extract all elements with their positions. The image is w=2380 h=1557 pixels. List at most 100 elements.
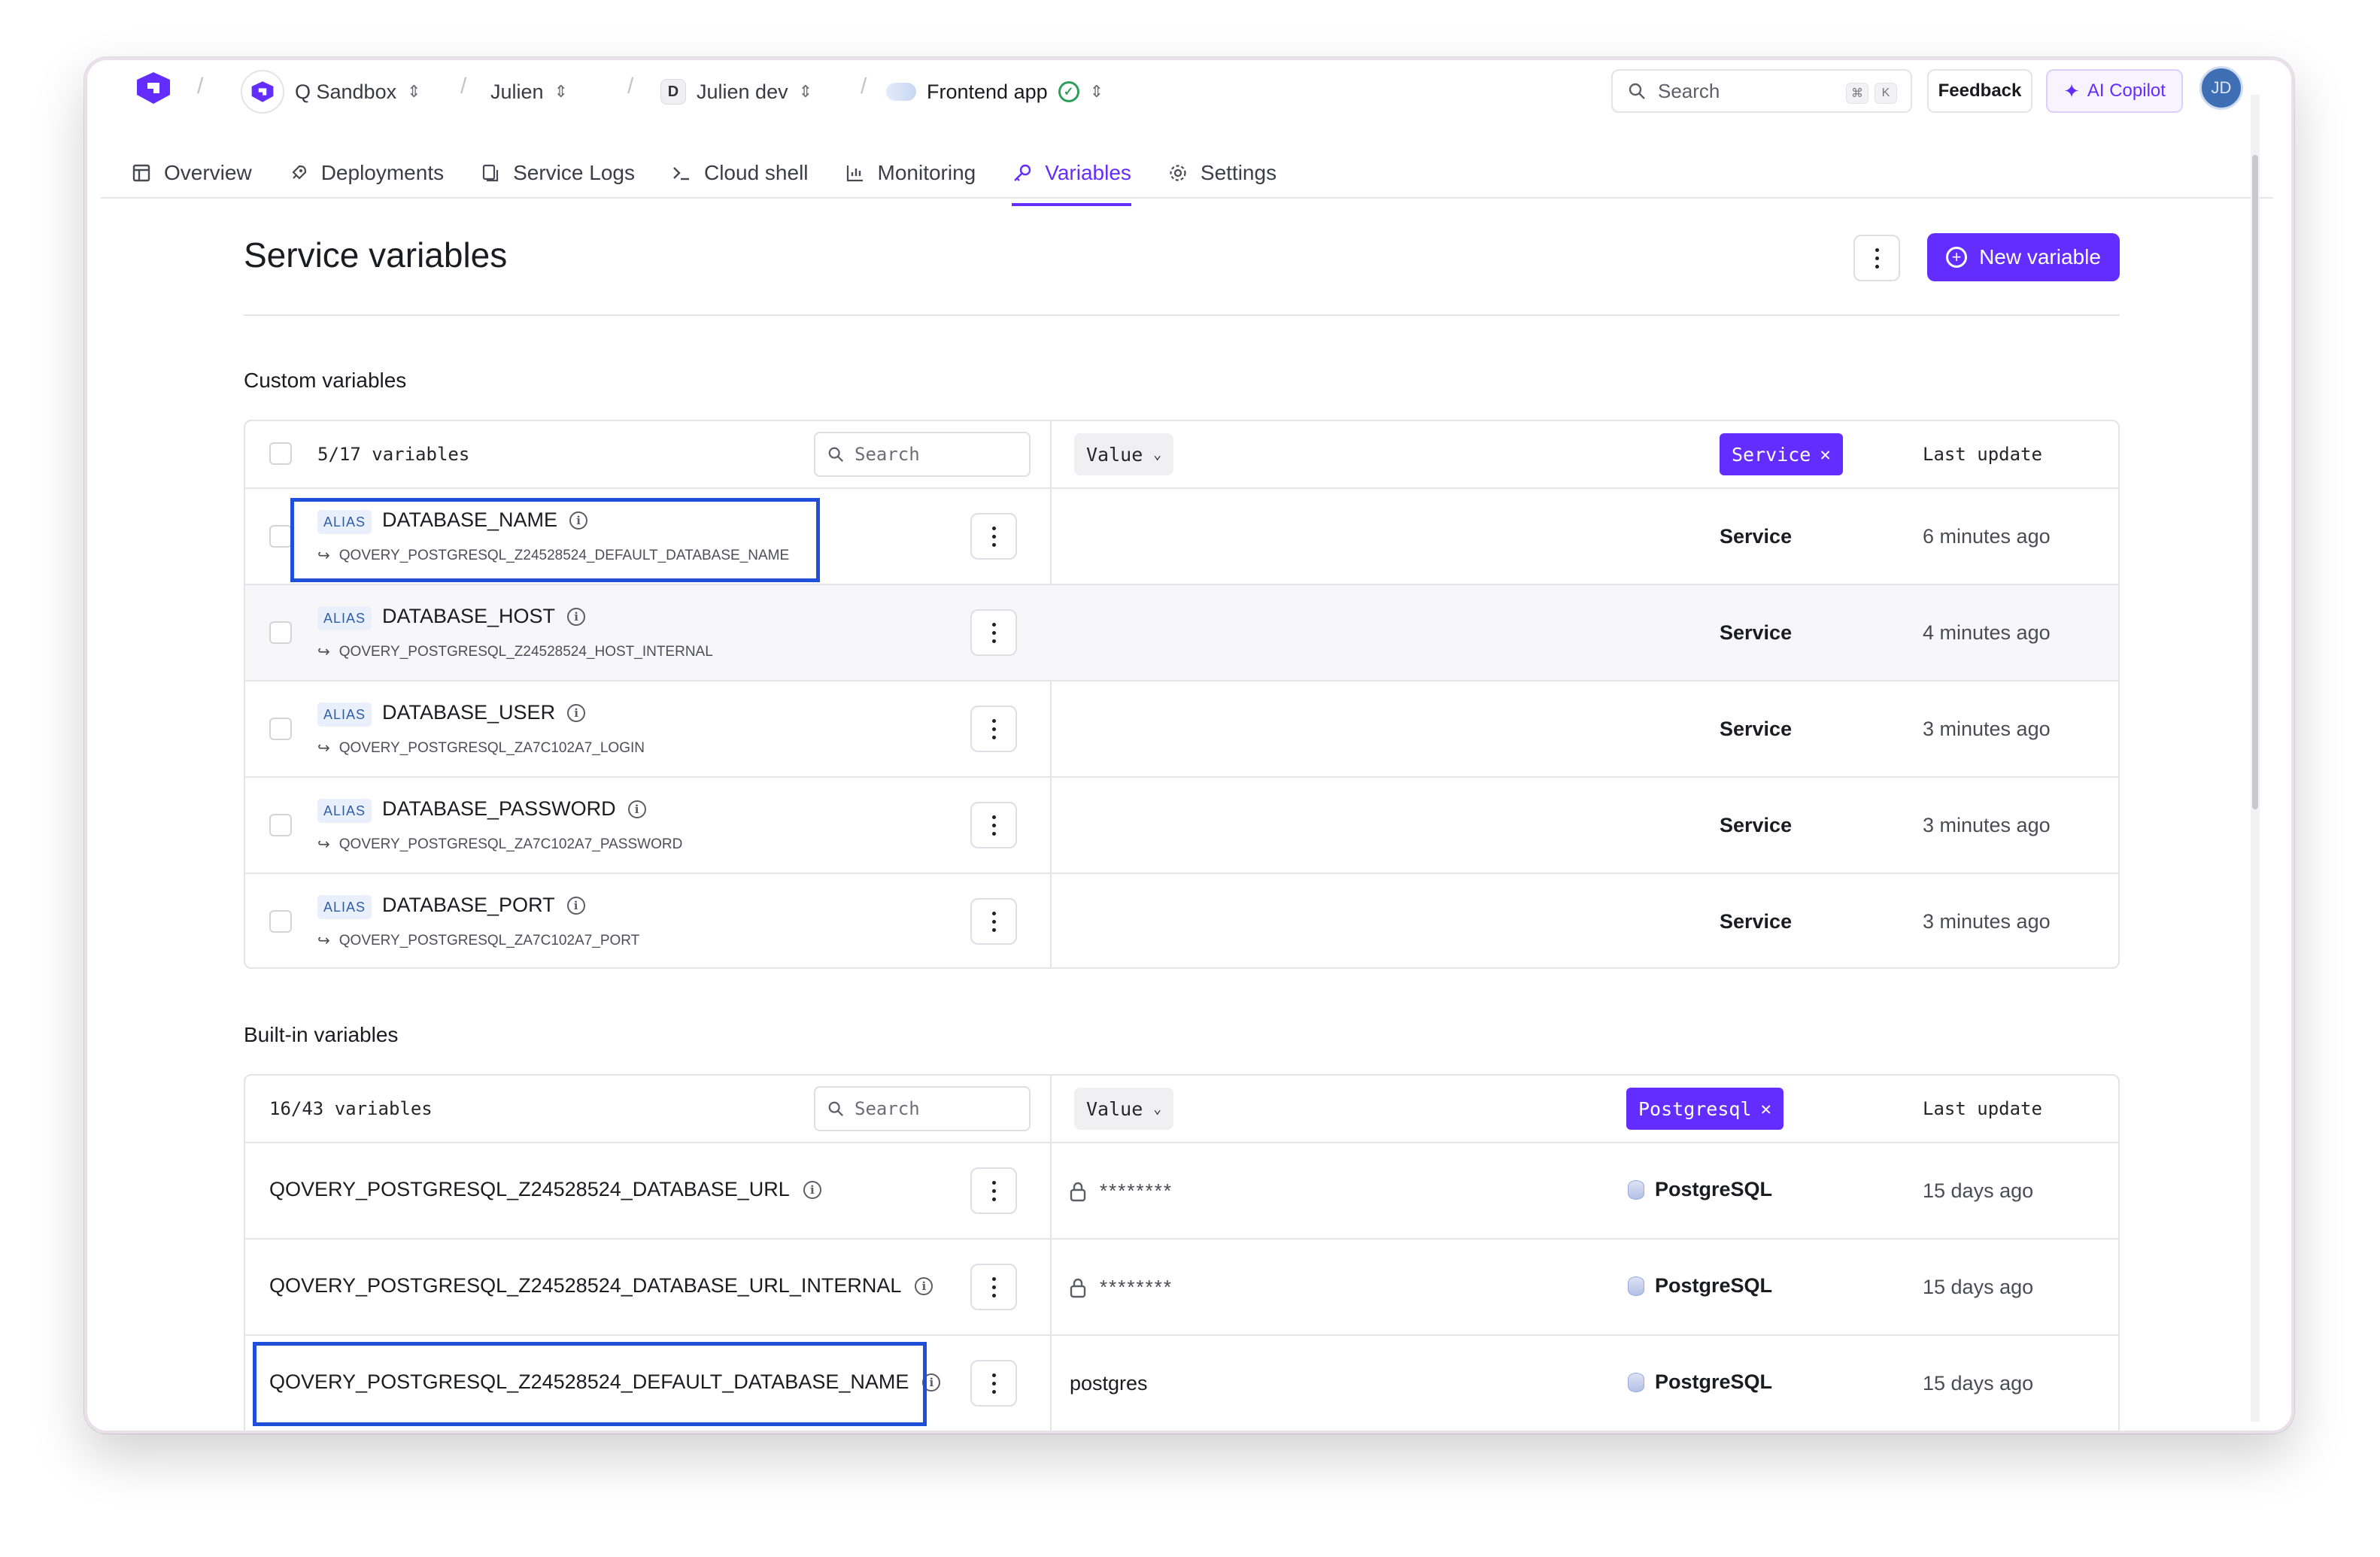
row-more-button[interactable] <box>970 1264 1017 1310</box>
row-more-button[interactable] <box>970 802 1017 848</box>
variable-last-update: 15 days ago <box>1923 1372 2034 1395</box>
close-icon[interactable]: ✕ <box>1761 1098 1771 1119</box>
postgresql-icon <box>1628 1372 1644 1392</box>
variable-source: Service <box>1720 718 1793 740</box>
user-avatar[interactable]: JD <box>2199 66 2243 110</box>
corner-down-right-icon: ↪ <box>317 644 330 660</box>
tab-service-logs[interactable]: Service Logs <box>480 143 635 203</box>
table-row[interactable]: ALIAS DATABASE_HOST i ↪ QOVERY_POSTGRESQ… <box>245 585 2118 681</box>
feedback-button[interactable]: Feedback <box>1927 69 2032 113</box>
custom-search-input[interactable]: Search <box>814 432 1031 477</box>
secret-value: ******** <box>1070 1276 1173 1299</box>
builtin-search-placeholder: Search <box>855 1098 920 1119</box>
service-filter-chip[interactable]: Service ✕ <box>1720 433 1843 475</box>
builtin-table-header: 16/43 variables Search Value ⌄ Postgresq… <box>245 1076 2118 1143</box>
info-icon[interactable]: i <box>922 1373 941 1392</box>
service-cloud-icon <box>886 83 916 101</box>
variable-name-text: QOVERY_POSTGRESQL_Z24528524_DATABASE_URL… <box>269 1274 902 1297</box>
page-more-button[interactable] <box>1853 235 1900 281</box>
tab-label: Deployments <box>320 161 445 184</box>
filter-chip-label: Service <box>1732 443 1811 466</box>
variable-name-text: QOVERY_POSTGRESQL_Z24528524_DEFAULT_DATA… <box>269 1370 909 1393</box>
info-icon[interactable]: i <box>567 607 586 626</box>
breadcrumb-environment[interactable]: D Julien dev ⇕ <box>660 69 812 114</box>
last-update-header: Last update <box>1923 444 2042 465</box>
value-dropdown-label: Value <box>1086 1097 1143 1120</box>
select-all-checkbox[interactable] <box>269 442 292 465</box>
global-search-input[interactable]: Search ⌘ K <box>1611 69 1912 113</box>
row-more-button[interactable] <box>970 609 1017 656</box>
close-icon[interactable]: ✕ <box>1820 444 1830 465</box>
table-row[interactable]: QOVERY_POSTGRESQL_Z24528524_DATABASE_URL… <box>245 1143 2118 1240</box>
row-checkbox[interactable] <box>269 814 292 836</box>
scrollbar[interactable] <box>2251 95 2260 1422</box>
ai-copilot-button[interactable]: ✦ AI Copilot <box>2046 69 2183 113</box>
alias-reference: ↪ QOVERY_POSTGRESQL_Z24528524_HOST_INTER… <box>317 642 713 661</box>
variable-name-text: DATABASE_NAME <box>382 508 558 531</box>
environment-name: Julien dev <box>697 80 788 103</box>
builtin-value-dropdown[interactable]: Value ⌄ <box>1074 1088 1174 1130</box>
info-icon[interactable]: i <box>567 703 586 722</box>
alias-badge: ALIAS <box>317 799 372 823</box>
table-row[interactable]: ALIAS DATABASE_PASSWORD i ↪ QOVERY_POSTG… <box>245 778 2118 874</box>
new-variable-label: New variable <box>1979 245 2101 269</box>
breadcrumb-org[interactable]: Q Sandbox ⇕ <box>241 69 421 114</box>
info-icon[interactable]: i <box>569 511 588 530</box>
table-row[interactable]: ALIAS DATABASE_USER i ↪ QOVERY_POSTGRESQ… <box>245 681 2118 778</box>
postgresql-filter-chip[interactable]: Postgresql ✕ <box>1626 1088 1783 1130</box>
variable-name: QOVERY_POSTGRESQL_Z24528524_DATABASE_URL… <box>269 1178 821 1201</box>
header-divider <box>244 314 2120 316</box>
table-row[interactable]: QOVERY_POSTGRESQL_Z24528524_DATABASE_URL… <box>245 1240 2118 1336</box>
table-row[interactable]: QOVERY_POSTGRESQL_Z24528524_DEFAULT_DATA… <box>245 1336 2118 1431</box>
breadcrumb-service[interactable]: Frontend app ✓ ⇕ <box>886 69 1103 114</box>
qovery-logo-icon[interactable] <box>134 71 173 105</box>
variable-source: Service <box>1720 525 1793 548</box>
row-more-button[interactable] <box>970 1167 1017 1214</box>
info-icon[interactable]: i <box>566 896 585 915</box>
lock-icon <box>1070 1182 1086 1201</box>
info-icon[interactable]: i <box>803 1180 821 1199</box>
scrollbar-thumb[interactable] <box>2252 155 2258 809</box>
more-vertical-icon <box>991 622 996 643</box>
masked-value: ******** <box>1100 1276 1173 1298</box>
variable-name-text: QOVERY_POSTGRESQL_Z24528524_DATABASE_URL <box>269 1178 790 1200</box>
table-row[interactable]: ALIAS DATABASE_NAME i ↪ QOVERY_POSTGRESQ… <box>245 489 2118 585</box>
more-vertical-icon <box>991 815 996 836</box>
row-checkbox[interactable] <box>269 910 292 933</box>
row-more-button[interactable] <box>970 513 1017 560</box>
row-checkbox[interactable] <box>269 621 292 644</box>
tab-label: Service Logs <box>513 161 635 184</box>
custom-value-dropdown[interactable]: Value ⌄ <box>1074 433 1174 475</box>
more-vertical-icon <box>991 911 996 932</box>
variable-source-text: PostgreSQL <box>1655 1178 1773 1200</box>
filter-chip-label: Postgresql <box>1638 1097 1752 1120</box>
row-more-button[interactable] <box>970 706 1017 752</box>
variable-source: Service <box>1720 621 1793 644</box>
row-more-button[interactable] <box>970 898 1017 945</box>
tab-monitoring[interactable]: Monitoring <box>845 143 976 203</box>
logs-icon <box>480 162 501 184</box>
tab-cloud-shell[interactable]: Cloud shell <box>671 143 809 203</box>
breadcrumb-project[interactable]: Julien ⇕ <box>490 69 568 114</box>
row-checkbox[interactable] <box>269 718 292 740</box>
builtin-search-input[interactable]: Search <box>814 1086 1031 1131</box>
plus-circle-icon: + <box>1946 247 1968 268</box>
new-variable-button[interactable]: + New variable <box>1927 233 2120 281</box>
tab-overview[interactable]: Overview <box>131 143 252 203</box>
variable-source: PostgreSQL <box>1628 1370 1772 1394</box>
variable-last-update: 15 days ago <box>1923 1179 2034 1202</box>
chevron-up-down-icon: ⇕ <box>407 82 421 101</box>
row-more-button[interactable] <box>970 1360 1017 1407</box>
variable-source: Service <box>1720 910 1793 933</box>
tabs-divider <box>101 197 2273 199</box>
custom-variable-count: 5/17 variables <box>317 444 470 465</box>
tab-variables[interactable]: Variables <box>1012 143 1131 206</box>
row-checkbox[interactable] <box>269 525 292 548</box>
chart-icon <box>845 162 866 184</box>
info-icon[interactable]: i <box>627 800 646 818</box>
tab-settings[interactable]: Settings <box>1167 143 1277 203</box>
alias-reference: ↪ QOVERY_POSTGRESQL_ZA7C102A7_PORT <box>317 931 639 950</box>
tab-deployments[interactable]: Deployments <box>288 143 444 203</box>
table-row[interactable]: ALIAS DATABASE_PORT i ↪ QOVERY_POSTGRESQ… <box>245 874 2118 967</box>
info-icon[interactable]: i <box>915 1276 933 1295</box>
